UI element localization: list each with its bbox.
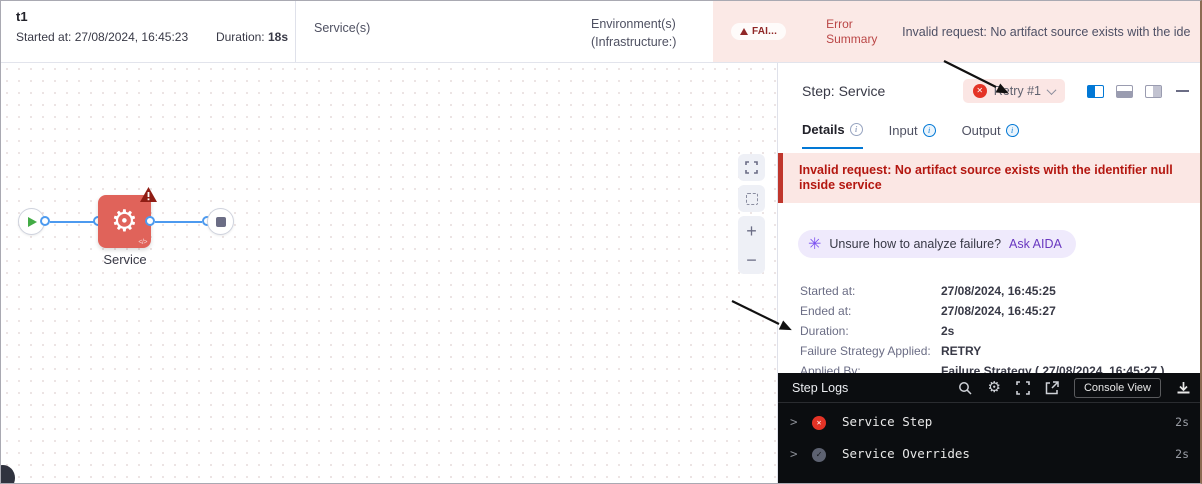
detail-row-failure-strategy: Failure Strategy Applied: RETRY <box>800 344 982 358</box>
step-details-panel: Step: Service ✕ Retry #1 Details i Input… <box>777 63 1200 483</box>
tab-output[interactable]: Output i <box>962 121 1019 149</box>
panel-layout-toggles <box>1087 84 1162 98</box>
ask-aida-link[interactable]: Ask AIDA <box>1009 237 1062 251</box>
fullscreen-brackets-icon <box>1016 380 1030 395</box>
marquee-icon <box>745 192 758 205</box>
canvas-fullscreen-button[interactable] <box>738 154 765 181</box>
services-label: Service(s) <box>314 21 371 35</box>
tab-details[interactable]: Details i <box>802 121 863 149</box>
log-status: ✓ <box>812 445 842 462</box>
open-logs-new-tab-button[interactable] <box>1045 380 1059 395</box>
step-error-banner: Invalid request: No artifact source exis… <box>778 153 1200 203</box>
log-settings-button[interactable]: ⚙ <box>987 380 1000 395</box>
warning-triangle-icon <box>740 28 748 35</box>
detail-row-started-at: Started at: 27/08/2024, 16:45:25 <box>800 284 1056 298</box>
log-fullscreen-button[interactable] <box>1016 380 1030 395</box>
execution-summary: t1 Started at: 27/08/2024, 16:45:23 Dura… <box>1 1 296 62</box>
layout-right-button[interactable] <box>1145 84 1162 98</box>
success-status-icon: ✓ <box>812 448 826 462</box>
started-at-text: Started at: 27/08/2024, 16:45:23 <box>16 30 189 44</box>
search-icon <box>959 381 973 395</box>
layout-bottom-button[interactable] <box>1116 84 1133 98</box>
log-row-service-step[interactable]: > ✕ Service Step 2s <box>778 408 1200 435</box>
minimize-panel-button[interactable] <box>1176 90 1189 92</box>
canvas-select-button[interactable] <box>738 185 765 212</box>
play-icon <box>28 216 37 227</box>
info-icon: i <box>922 123 936 137</box>
services-column: Service(s) <box>296 1 501 62</box>
chevron-down-icon <box>1046 84 1057 95</box>
duration-text: Duration: 18s <box>215 30 288 44</box>
expand-icon <box>745 161 758 174</box>
error-summary-text: Invalid request: No artifact source exis… <box>902 24 1190 39</box>
log-step-name: Service Step <box>842 414 933 429</box>
canvas-zoom-controls: + − <box>738 216 765 274</box>
zoom-in-button[interactable]: + <box>746 222 757 240</box>
node-label: Service <box>103 252 147 267</box>
step-logs-header: Step Logs ⚙ Console View <box>778 373 1200 403</box>
app-window: t1 Started at: 27/08/2024, 16:45:23 Dura… <box>0 0 1202 484</box>
log-status: ✕ <box>812 413 842 430</box>
log-step-name: Service Overrides <box>842 446 970 461</box>
step-logs-title: Step Logs <box>792 380 849 395</box>
layout-split-left-button[interactable] <box>1087 84 1104 98</box>
cursor-artifact <box>1 465 15 483</box>
stop-icon <box>215 216 226 227</box>
download-icon <box>1177 381 1190 393</box>
detail-row-duration: Duration: 2s <box>800 324 955 338</box>
chevron-right-icon[interactable]: > <box>790 414 812 429</box>
environments-label: Environment(s) <box>591 17 676 31</box>
edge-line <box>50 221 94 223</box>
info-icon: i <box>1005 123 1019 137</box>
log-row-service-overrides[interactable]: > ✓ Service Overrides 2s <box>778 440 1200 467</box>
service-step-node[interactable]: ⚙ </> <box>98 187 157 248</box>
error-summary-label: Error Summary <box>826 16 878 46</box>
step-title: Step: Service <box>802 83 886 99</box>
search-logs-button[interactable] <box>958 381 973 395</box>
log-step-duration: 2s <box>1175 446 1189 461</box>
aida-question-text: Unsure how to analyze failure? <box>829 237 1002 251</box>
detail-row-ended-at: Ended at: 27/08/2024, 16:45:27 <box>800 304 1056 318</box>
execution-header: t1 Started at: 27/08/2024, 16:45:23 Dura… <box>1 1 1200 63</box>
aida-suggestion-pill[interactable]: ✳ Unsure how to analyze failure? Ask AID… <box>798 230 1076 258</box>
connector-dot <box>145 216 155 226</box>
failed-circle-icon: ✕ <box>972 84 987 98</box>
step-logs-console: Step Logs ⚙ Console View > ✕ Service Ste… <box>778 373 1200 483</box>
external-link-icon <box>1045 380 1059 394</box>
code-badge-icon: </> <box>138 239 147 246</box>
infrastructure-label: (Infrastructure:) <box>591 35 677 49</box>
aida-flower-icon: ✳ <box>808 234 822 253</box>
chevron-right-icon[interactable]: > <box>790 446 812 461</box>
log-step-duration: 2s <box>1175 414 1189 429</box>
pipeline-canvas[interactable]: ⚙ </> Service + − <box>1 63 777 483</box>
detail-tabs: Details i Input i Output i <box>778 111 1200 149</box>
end-node[interactable] <box>207 208 234 235</box>
pipeline-name: t1 <box>16 9 28 24</box>
step-detail-rows: Started at: 27/08/2024, 16:45:25 Ended a… <box>800 284 1200 378</box>
edge-line <box>155 221 202 223</box>
step-details-header: Step: Service ✕ Retry #1 <box>778 63 1200 111</box>
zoom-out-button[interactable]: − <box>746 251 757 269</box>
console-view-button[interactable]: Console View <box>1073 377 1161 398</box>
failure-warning-icon <box>140 187 157 207</box>
connector-dot <box>40 216 50 226</box>
error-summary-section: FAI... Error Summary Invalid request: No… <box>713 1 1200 62</box>
tab-input[interactable]: Input i <box>889 121 936 149</box>
retry-dropdown-button[interactable]: ✕ Retry #1 <box>962 79 1065 103</box>
failed-status-icon: ✕ <box>812 415 826 430</box>
download-logs-button[interactable] <box>1176 381 1191 395</box>
info-icon: i <box>849 122 863 136</box>
failed-status-badge[interactable]: FAI... <box>731 23 787 40</box>
environments-column: Environment(s) (Infrastructure:) <box>501 1 713 62</box>
gear-icon: ⚙ <box>111 203 138 239</box>
